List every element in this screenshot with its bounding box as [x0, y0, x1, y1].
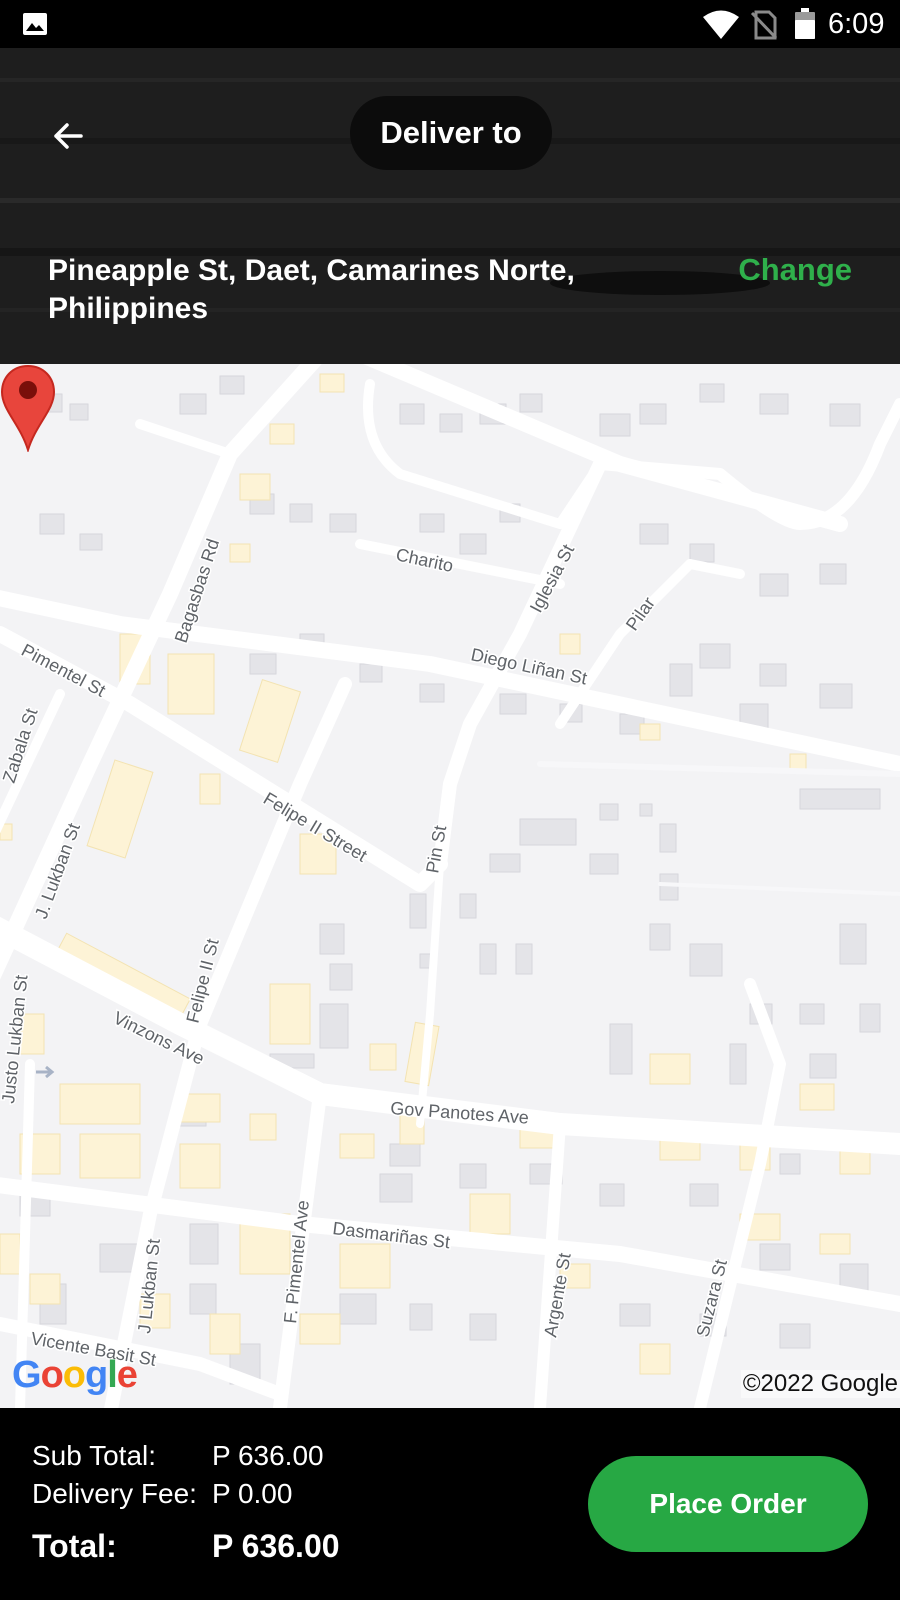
header: Deliver to Pineapple St, Daet, Camarines… — [0, 48, 900, 364]
change-address-link[interactable]: Change — [738, 252, 852, 288]
subtotal-label: Sub Total: — [32, 1440, 157, 1471]
subtotal-row: Sub Total: P 636.00 — [32, 1440, 324, 1472]
total-value: P 636.00 — [212, 1528, 340, 1564]
gallery-icon — [23, 13, 47, 35]
street-label: Charito — [394, 544, 455, 576]
map-pin-icon — [0, 364, 56, 452]
arrow-left-icon — [54, 123, 83, 149]
subtotal-value: P 636.00 — [212, 1440, 324, 1471]
map-copyright: ©2022 Google — [740, 1370, 900, 1398]
status-bar: 6:09 — [0, 0, 900, 48]
total-label: Total: — [32, 1528, 117, 1564]
delivery-fee-label: Delivery Fee: — [32, 1478, 197, 1509]
map-canvas: Bagasbas Rd Charito Iglesia St Pilar Pim… — [0, 364, 900, 1408]
page-title: Deliver to — [350, 96, 552, 170]
back-button[interactable] — [40, 108, 96, 164]
clock: 6:09 — [828, 8, 885, 40]
google-logo: Google — [12, 1354, 138, 1396]
delivery-address: Pineapple St, Daet, Camarines Norte, Phi… — [48, 254, 575, 325]
no-sim-icon — [750, 10, 778, 40]
one-way-arrow-icon — [36, 1065, 55, 1079]
order-summary-panel: Sub Total: P 636.00 Delivery Fee: P 0.00 T… — [0, 1408, 900, 1600]
battery-icon — [795, 8, 815, 39]
wifi-icon — [703, 10, 739, 39]
delivery-fee-row: Delivery Fee: P 0.00 — [32, 1478, 292, 1510]
delivery-fee-value: P 0.00 — [212, 1478, 293, 1509]
place-order-button[interactable]: Place Order — [588, 1456, 868, 1552]
total-row: Total: P 636.00 — [32, 1528, 340, 1565]
map-view[interactable]: Bagasbas Rd Charito Iglesia St Pilar Pim… — [0, 364, 900, 1408]
